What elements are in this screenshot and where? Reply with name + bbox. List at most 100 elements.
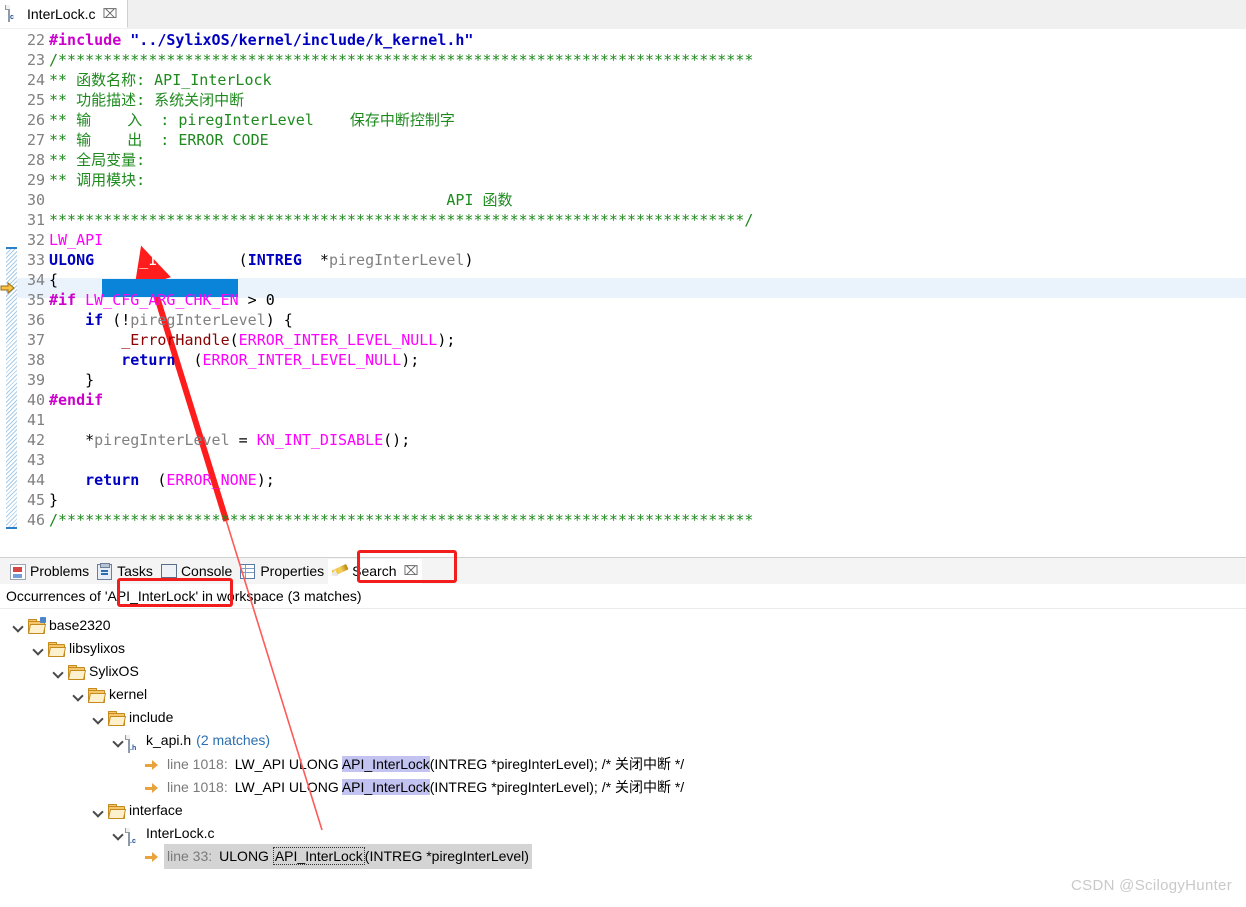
code-token: if [85, 311, 104, 329]
code-line[interactable]: ****************************************… [49, 210, 753, 230]
code-line[interactable]: /***************************************… [49, 510, 753, 530]
code-line[interactable]: { [49, 270, 58, 290]
code-line[interactable]: ULONG API_InterLock (INTREG *piregInterL… [49, 250, 473, 270]
chevron-down-icon[interactable] [10, 618, 26, 634]
search-query-highlight-box [117, 578, 233, 607]
view-tab-properties[interactable]: Properties [236, 559, 328, 584]
code-token: ** 调用模块: [49, 171, 146, 189]
code-token: #if [49, 291, 86, 309]
code-line[interactable]: API 函数 [49, 190, 512, 210]
code-line[interactable]: return (ERROR_NONE); [49, 470, 275, 490]
tree-node-row[interactable]: base2320 [10, 614, 111, 637]
view-tab-problems[interactable]: Problems [6, 559, 93, 584]
match-line-comment-end: */ [674, 779, 685, 795]
line-number: 22 [26, 31, 45, 49]
chevron-down-icon[interactable] [30, 641, 46, 657]
code-token: INTREG [247, 251, 302, 269]
code-line[interactable]: *piregInterLevel = KN_INT_DISABLE(); [49, 430, 410, 450]
code-token: return [85, 471, 140, 489]
code-line[interactable]: LW_API [49, 230, 103, 250]
line-number: 41 [26, 411, 45, 429]
search-match-row[interactable]: line 1018: LW_API ULONG API_InterLock(INT… [144, 753, 687, 776]
tree-node-label: interface [129, 802, 183, 818]
tasks-icon [97, 563, 113, 580]
project-folder-icon [27, 616, 47, 634]
view-tab-label: Console [180, 563, 233, 579]
match-line-content: line 1018: LW_API ULONG API_InterLock(INT… [164, 752, 687, 777]
code-line[interactable]: ** 函数名称: API_InterLock [49, 70, 272, 90]
editor-tab-bar: c InterLock.c ⌧ [0, 0, 1246, 30]
code-line[interactable]: ** 输 入 : piregInterLevel 保存中断控制字 [49, 110, 455, 130]
chevron-down-icon[interactable] [70, 687, 86, 703]
code-token: > 0 [238, 291, 275, 309]
folder-icon [87, 687, 107, 703]
code-line[interactable]: return (ERROR_INTER_LEVEL_NULL); [49, 350, 419, 370]
code-line[interactable]: #if LW_CFG_ARG_CHK_EN > 0 [49, 290, 275, 310]
code-line[interactable]: } [49, 490, 58, 510]
code-line[interactable]: _ErrorHandle(ERROR_INTER_LEVEL_NULL); [49, 330, 455, 350]
code-token: ** 输 出 : ERROR CODE [49, 131, 269, 149]
tree-node-row[interactable]: kernel [70, 683, 147, 706]
code-token: "../SylixOS/kernel/include/k_kernel.h" [130, 31, 474, 49]
chevron-down-icon[interactable] [90, 710, 106, 726]
code-line[interactable]: ** 调用模块: [49, 170, 145, 190]
code-token: /***************************************… [49, 511, 754, 529]
match-line-comment-end: */ [674, 756, 685, 772]
code-token: ERROR_INTER_LEVEL_NULL [202, 351, 402, 369]
close-icon[interactable]: ⌧ [102, 7, 117, 20]
line-number: 23 [26, 51, 45, 69]
h-file-icon: .h [128, 733, 141, 753]
tree-node-row[interactable]: include [90, 706, 173, 729]
code-token: * [49, 431, 95, 449]
code-token: KN_INT_DISABLE [256, 431, 384, 449]
search-result-tree[interactable]: base2320 libsylixos SylixOS kernel include .h… [0, 610, 1246, 907]
tree-node-label: kernel [109, 686, 148, 702]
code-token: ( [229, 331, 239, 349]
code-line[interactable]: #include "../SylixOS/kernel/include/k_ke… [49, 30, 473, 50]
code-token: ( [139, 471, 167, 489]
code-token: return [121, 351, 176, 369]
match-line-number: line 1018: [167, 756, 228, 772]
code-token: } [49, 491, 59, 509]
tree-node-row[interactable]: interface [90, 799, 183, 822]
code-token: ); [256, 471, 275, 489]
chevron-down-icon[interactable] [90, 803, 106, 819]
editor-tab-interlock-c[interactable]: c InterLock.c ⌧ [0, 0, 128, 28]
search-match-row[interactable]: line 33: ULONG API_InterLock (INTREG *pire… [144, 844, 532, 869]
line-number: 33 [26, 251, 45, 269]
match-line-prefix: LW_API ULONG [234, 756, 342, 772]
chevron-down-icon[interactable] [110, 733, 126, 749]
match-keyword: API_InterLock [272, 847, 365, 865]
code-line[interactable]: } [49, 370, 94, 390]
match-arrow-icon [144, 781, 160, 795]
match-arrow-icon [144, 758, 160, 772]
code-line[interactable]: #endif [49, 390, 103, 410]
tree-node-row[interactable]: .h k_api.h (2 matches) [110, 729, 270, 753]
line-number: 44 [26, 471, 45, 489]
code-token: ** 输 入 : piregInterLevel 保存中断控制字 [49, 111, 455, 129]
code-token: ERROR_INTER_LEVEL_NULL [238, 331, 438, 349]
code-editor[interactable]: 22 #include "../SylixOS/kernel/include/k_… [0, 29, 1246, 534]
tree-node-row[interactable]: .c InterLock.c [110, 822, 214, 846]
current-instruction-pointer-icon [0, 280, 16, 296]
code-line[interactable]: ** 输 出 : ERROR CODE [49, 130, 269, 150]
code-token: ** 全局变量: [49, 151, 146, 169]
tree-node-row[interactable]: libsylixos [30, 637, 125, 660]
code-token: piregInterLevel [94, 431, 230, 449]
match-line-content: line 1018: LW_API ULONG API_InterLock(INT… [164, 775, 687, 800]
code-line[interactable]: /***************************************… [49, 50, 753, 70]
match-line-comment: /* 关闭中断 [601, 756, 671, 772]
chevron-down-icon[interactable] [110, 826, 126, 842]
search-match-row[interactable]: line 1018: LW_API ULONG API_InterLock(INT… [144, 776, 687, 799]
code-line[interactable]: ** 功能描述: 系统关闭中断 [49, 90, 244, 110]
code-line[interactable]: ** 全局变量: [49, 150, 145, 170]
chevron-down-icon[interactable] [50, 664, 66, 680]
code-token: = [229, 431, 257, 449]
code-line[interactable]: if (!piregInterLevel) { [49, 310, 293, 330]
line-number: 25 [26, 91, 45, 109]
tree-node-row[interactable]: SylixOS [50, 660, 139, 683]
line-number: 39 [26, 371, 45, 389]
line-number: 38 [26, 351, 45, 369]
